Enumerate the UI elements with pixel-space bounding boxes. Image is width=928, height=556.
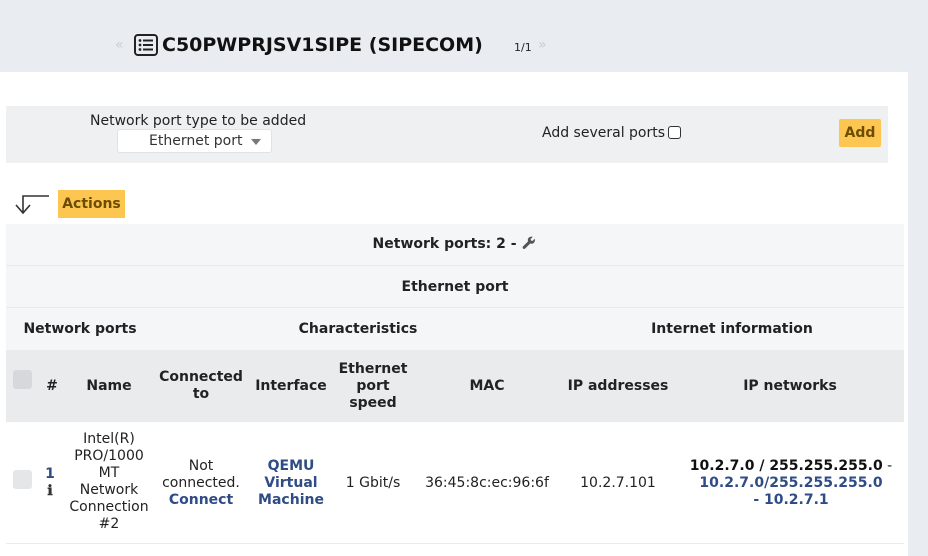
row-speed: 1 Gbit/s — [345, 475, 401, 491]
group-characteristics: Characteristics — [298, 321, 418, 337]
group-network-ports: Network ports — [23, 321, 137, 337]
ip-network-link[interactable]: 10.2.7.0/255.255.255.0 — [699, 475, 882, 491]
add-several-label: Add several ports — [542, 125, 666, 141]
col-ethernet-speed[interactable]: Ethernet port speed — [334, 361, 412, 412]
port-type-select[interactable]: Ethernet port — [117, 129, 272, 153]
add-several-checkbox[interactable] — [668, 126, 681, 139]
port-type-heading: Ethernet port — [401, 279, 509, 295]
chevron-down-icon — [251, 139, 261, 145]
scroll-gutter — [908, 72, 928, 556]
group-internet-information: Internet information — [651, 321, 813, 337]
ip-gateway-link[interactable]: - 10.2.7.1 — [753, 492, 828, 508]
ip-network-text: 10.2.7.0 / 255.255.255.0 — [689, 458, 883, 474]
group-header-row: Network ports Characteristics Internet i… — [6, 308, 904, 350]
nav-last-icon[interactable]: » — [538, 37, 546, 53]
col-interface[interactable]: Interface — [250, 378, 332, 395]
row-mac: 36:45:8c:ec:96:6f — [425, 475, 549, 491]
row-index-link[interactable]: 1 — [45, 466, 55, 482]
connect-link[interactable]: Connect — [169, 492, 233, 508]
wrench-icon[interactable] — [521, 236, 537, 250]
row-connected-cell: Not connected. Connect — [156, 458, 246, 509]
col-index[interactable]: # — [42, 378, 62, 395]
port-type-value: Ethernet port — [149, 133, 243, 149]
page-count: 1/1 — [514, 41, 532, 54]
ip-network-sep: - — [882, 458, 893, 474]
row-name: Intel(R) PRO/1000 MT Network Connection … — [69, 431, 149, 532]
col-ip-networks[interactable]: IP networks — [682, 378, 898, 395]
col-mac[interactable]: MAC — [426, 378, 548, 395]
nav-first-icon[interactable]: « — [115, 37, 123, 53]
port-type-label: Network port type to be added — [90, 113, 307, 129]
actions-button[interactable]: Actions — [58, 190, 125, 218]
add-ports-bar: Network port type to be added Ethernet p… — [6, 106, 888, 163]
list-icon — [134, 34, 158, 56]
table-summary: Network ports: 2 - — [6, 236, 904, 252]
port-type-row: Ethernet port — [6, 266, 904, 308]
select-all-checkbox[interactable] — [13, 370, 32, 389]
page-header: « C50PWPRJSV1SIPE (SIPECOM) 1/1 » — [0, 0, 928, 72]
content-panel: Network port type to be added Ethernet p… — [0, 72, 908, 556]
row-ip-networks-cell: 10.2.7.0 / 255.255.255.0 - 10.2.7.0/255.… — [682, 458, 900, 509]
info-icon[interactable]: ℹ — [47, 483, 52, 499]
col-ip-addresses[interactable]: IP addresses — [558, 378, 678, 395]
row-connected-status: Not connected. — [162, 458, 240, 491]
row-index-cell: 1 ℹ — [42, 466, 58, 500]
row-interface-link[interactable]: QEMU Virtual Machine — [250, 458, 332, 509]
column-header-row: # Name Connected to Interface Ethernet p… — [6, 350, 904, 422]
table-row: 1 ℹ Intel(R) PRO/1000 MT Network Connect… — [6, 422, 904, 544]
col-name[interactable]: Name — [72, 378, 146, 395]
page-title: C50PWPRJSV1SIPE (SIPECOM) — [162, 34, 483, 56]
col-connected-to[interactable]: Connected to — [156, 369, 246, 403]
row-checkbox[interactable] — [13, 470, 32, 489]
select-arrow-icon — [15, 195, 49, 215]
add-button[interactable]: Add — [839, 119, 881, 147]
row-ip-address: 10.2.7.101 — [580, 475, 656, 491]
network-ports-count: Network ports: 2 - — [372, 236, 517, 252]
table-summary-row: Network ports: 2 - — [6, 224, 904, 266]
